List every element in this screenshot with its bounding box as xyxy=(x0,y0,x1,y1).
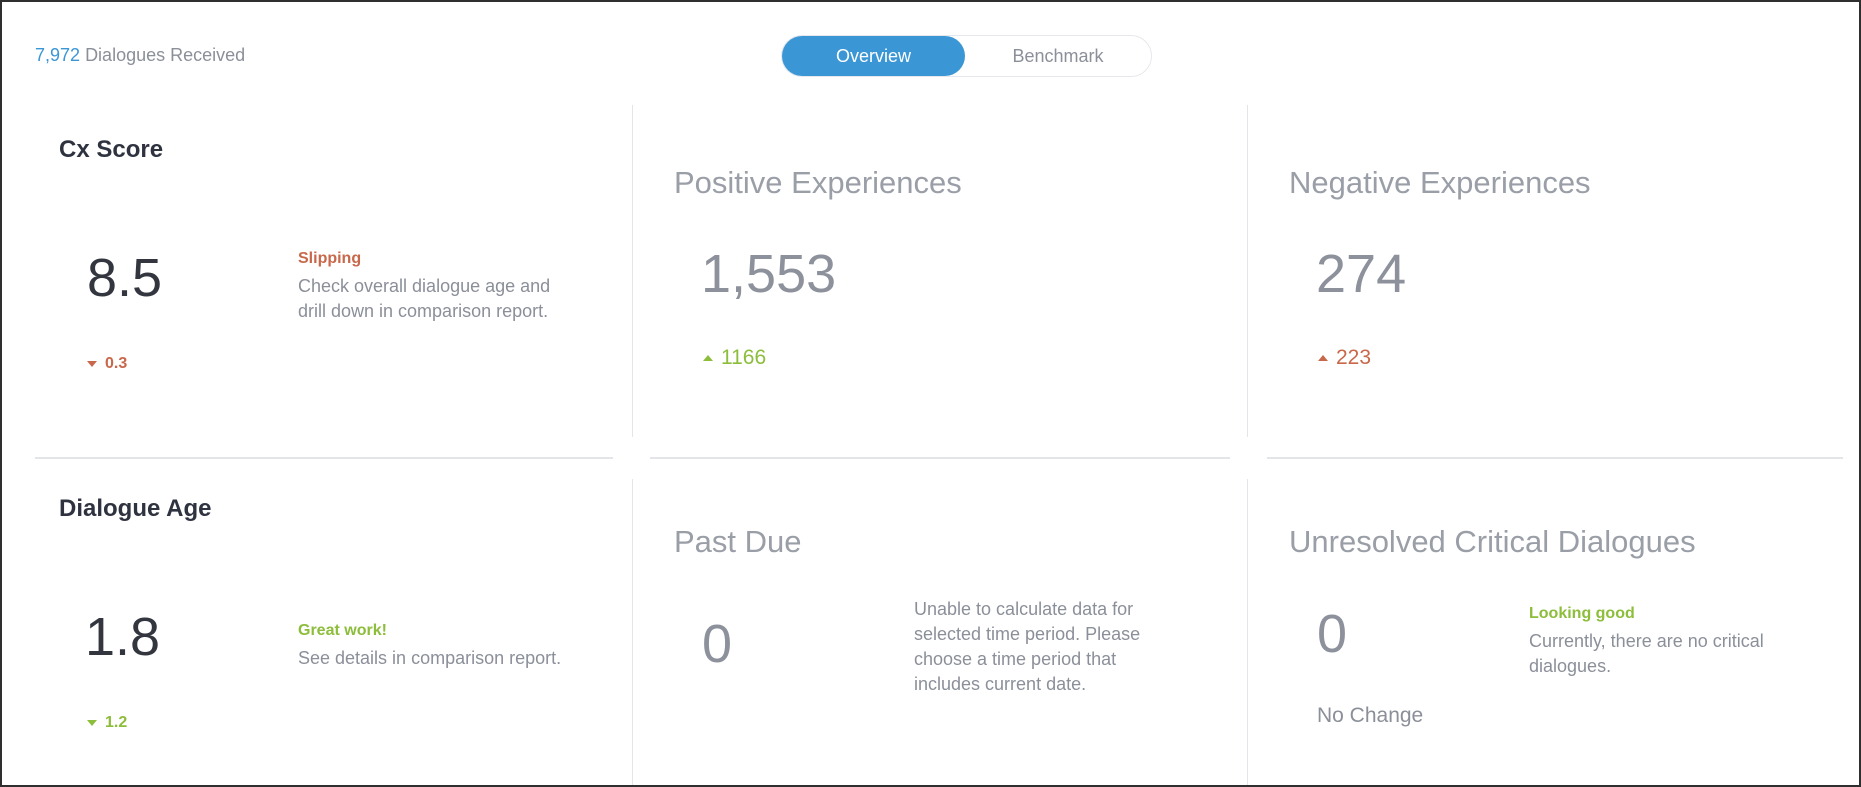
dashboard-frame: 7,972 Dialogues Received Overview Benchm… xyxy=(0,0,1861,787)
unresolved-critical-change: No Change xyxy=(1317,704,1424,727)
negative-experiences-title: Negative Experiences xyxy=(1289,165,1591,200)
cx-score-description: Check overall dialogue age and drill dow… xyxy=(298,276,551,321)
positive-experiences-title: Positive Experiences xyxy=(674,165,962,200)
tab-benchmark[interactable]: Benchmark xyxy=(965,36,1151,76)
unresolved-critical-title: Unresolved Critical Dialogues xyxy=(1289,524,1696,559)
dialogue-age-title: Dialogue Age xyxy=(59,495,212,522)
cx-score-delta: 0.3 xyxy=(87,355,127,373)
unresolved-critical-status: Looking good xyxy=(1529,605,1635,622)
negative-experiences-delta: 223 xyxy=(1318,346,1371,370)
row-divider xyxy=(1267,457,1843,459)
dialogue-age-value: 1.8 xyxy=(85,607,161,667)
cx-score-title: Cx Score xyxy=(59,136,164,163)
arrow-up-icon xyxy=(703,355,713,361)
column-divider xyxy=(1247,105,1248,437)
dialogue-age-delta: 1.2 xyxy=(87,714,127,732)
tab-overview[interactable]: Overview xyxy=(782,36,965,76)
column-divider xyxy=(632,479,633,785)
unresolved-critical-description: Currently, there are no critical dialogu… xyxy=(1529,631,1764,676)
dialogue-age-description: See details in comparison report. xyxy=(298,648,562,668)
dialogue-age-status: Great work! xyxy=(298,622,387,639)
arrow-down-icon xyxy=(87,720,97,726)
past-due-value: 0 xyxy=(702,614,733,674)
unresolved-critical-value: 0 xyxy=(1317,604,1348,664)
dialogues-received: 7,972 Dialogues Received xyxy=(35,45,245,66)
column-divider xyxy=(1247,479,1248,785)
arrow-up-icon xyxy=(1318,355,1328,361)
cx-score-status: Slipping xyxy=(298,250,362,267)
row-divider xyxy=(650,457,1230,459)
cx-score-value: 8.5 xyxy=(87,248,163,308)
positive-experiences-delta: 1166 xyxy=(703,346,766,370)
past-due-title: Past Due xyxy=(674,524,802,559)
view-toggle: Overview Benchmark xyxy=(781,35,1152,77)
received-count: 7,972 xyxy=(35,45,81,65)
past-due-description: Unable to calculate data for selected ti… xyxy=(914,599,1141,694)
row-divider xyxy=(35,457,613,459)
column-divider xyxy=(632,105,633,437)
arrow-down-icon xyxy=(87,361,97,367)
positive-experiences-value: 1,553 xyxy=(701,244,837,304)
received-label: Dialogues Received xyxy=(85,45,246,65)
negative-experiences-value: 274 xyxy=(1316,244,1407,304)
